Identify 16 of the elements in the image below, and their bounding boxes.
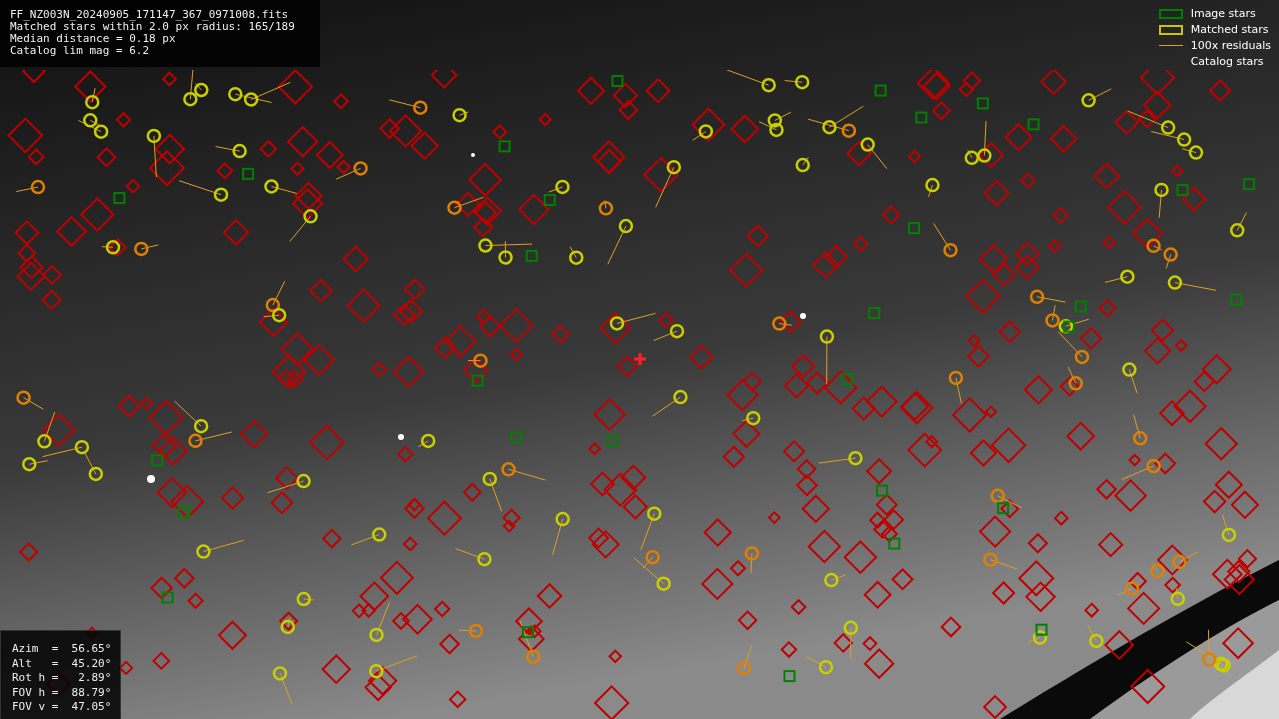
legend-label: 100x residuals (1190, 39, 1271, 52)
pointing-text: FOV h = 88.79° (12, 685, 113, 700)
legend-label: Matched stars (1190, 23, 1269, 36)
pointing-text: Azim = 56.65° (12, 642, 113, 657)
info-text: Median distance = 0.18 px (10, 33, 177, 45)
info-text: FF_NZ003N_20240905_171147_367_0971008.fits (10, 9, 290, 21)
info-text: Matched stars within 2.0 px radius: 165/189 (10, 21, 296, 33)
pointing-text: Rot h = 2.89° (12, 671, 113, 686)
pointing-text: Alt = 45.20° (12, 656, 113, 671)
legend-swatch (1158, 8, 1183, 19)
pointing-text: FOV v = 47.05° (12, 700, 113, 715)
legend-swatch (1158, 24, 1183, 35)
crosshair-icon (634, 353, 646, 365)
legend-label: Catalog stars (1190, 55, 1264, 68)
info-text: Catalog lim mag = 6.2 (10, 45, 151, 57)
legend-label: Image stars (1190, 7, 1256, 20)
